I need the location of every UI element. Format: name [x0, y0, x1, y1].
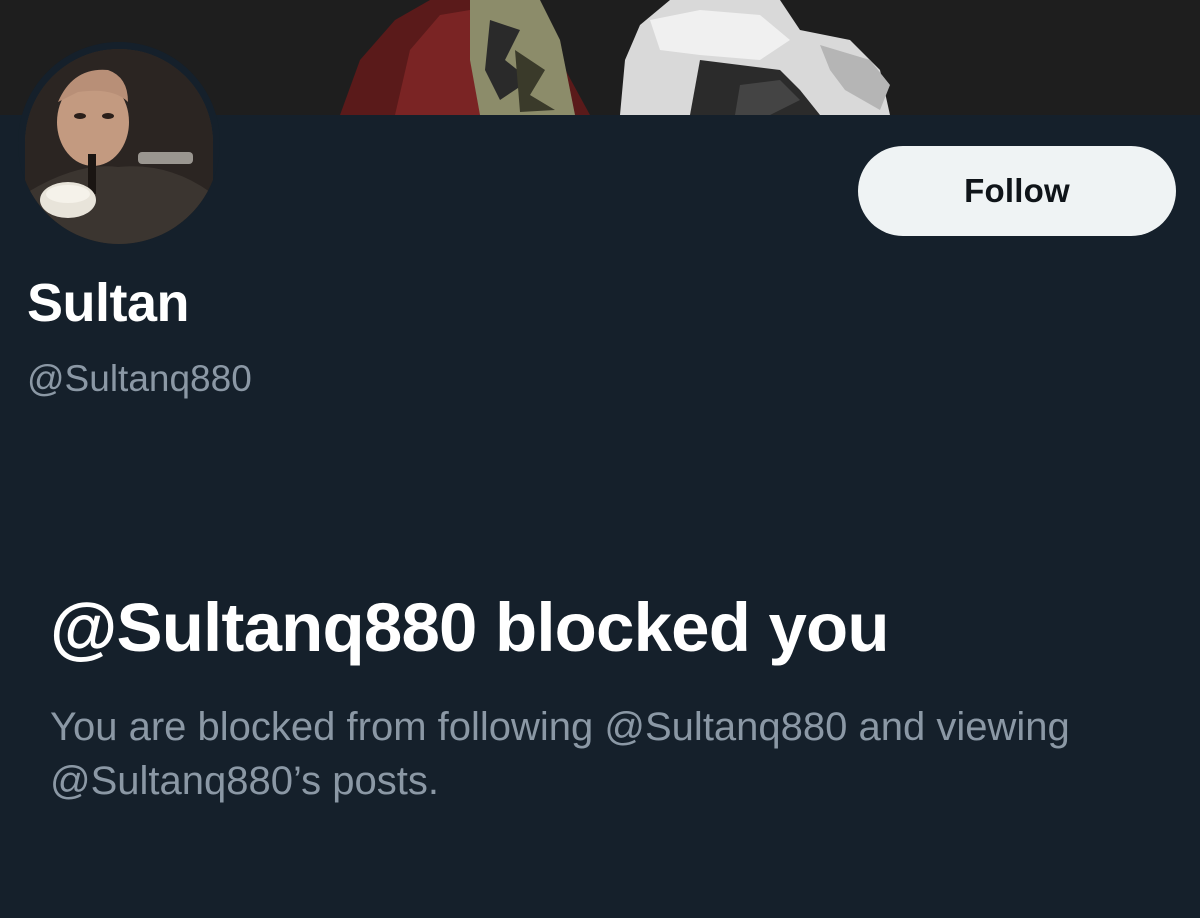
follow-button[interactable]: Follow	[858, 146, 1176, 236]
blocked-notice-title: @Sultanq880 blocked you	[50, 589, 890, 666]
profile-display-name: Sultan	[27, 273, 190, 333]
profile-handle: @Sultanq880	[27, 358, 252, 399]
profile-avatar[interactable]	[18, 42, 220, 244]
profile-page: Follow Sultan @Sultanq880 @Sultanq880 bl…	[0, 0, 1200, 918]
blocked-notice-description: You are blocked from following @Sultanq8…	[50, 705, 1070, 803]
